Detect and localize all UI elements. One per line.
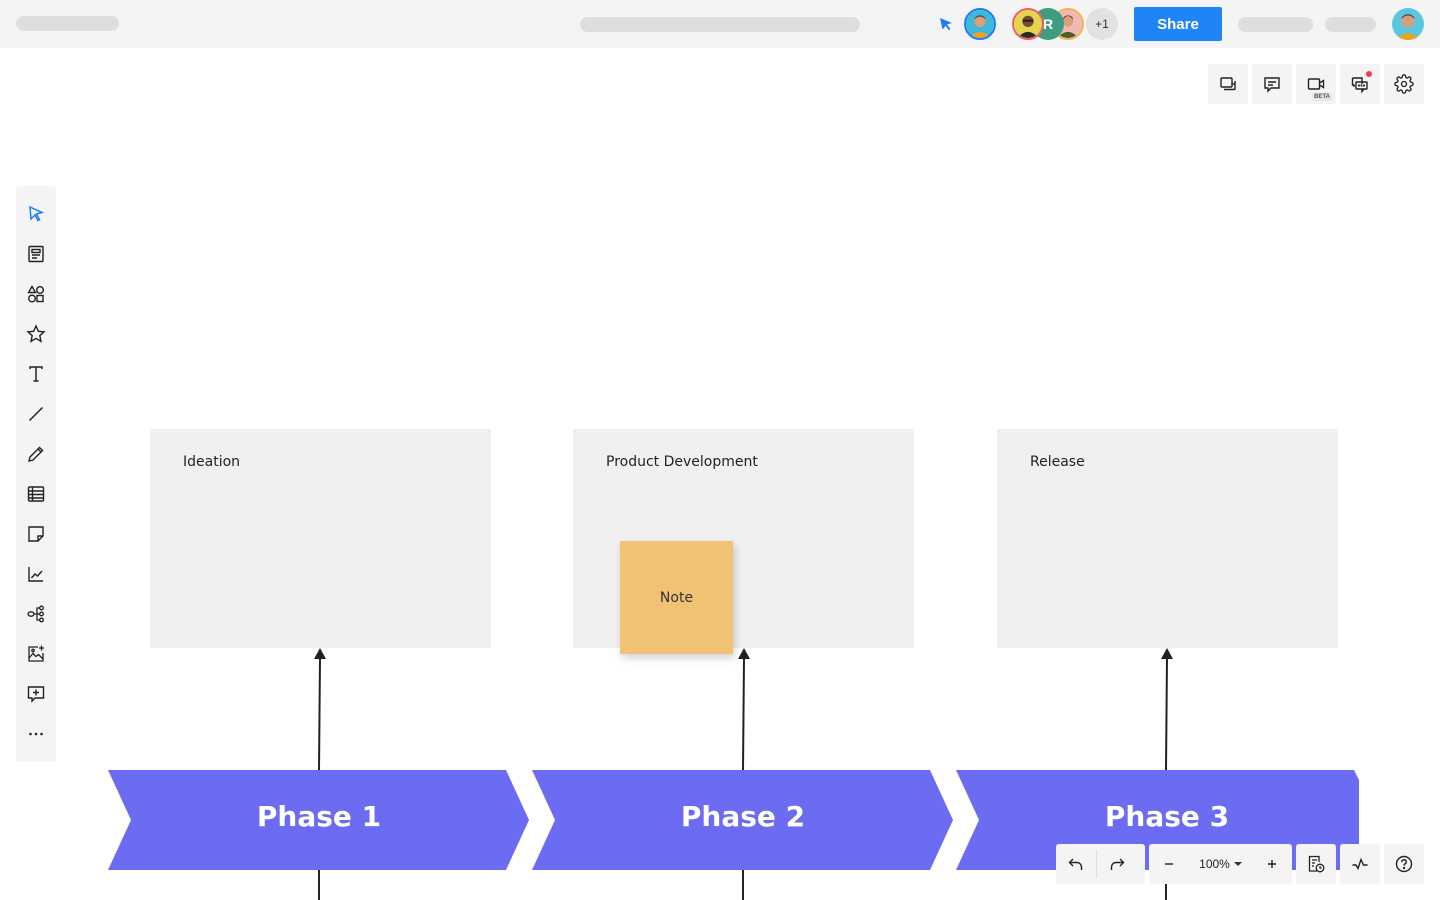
zoom-level: 100% <box>1199 857 1230 871</box>
plus-icon <box>1267 860 1276 868</box>
phase-2-label: Phase 2 <box>680 800 806 833</box>
version-history-control <box>1296 844 1336 884</box>
redo-button[interactable] <box>1097 844 1137 884</box>
zoom-controls: 100% <box>1149 844 1292 884</box>
chevron-down-icon <box>1233 862 1242 866</box>
phase-1-label: Phase 1 <box>256 800 382 833</box>
activity-control <box>1340 844 1380 884</box>
zoom-out-button[interactable] <box>1149 844 1189 884</box>
arrow-head <box>738 648 750 659</box>
undo-button[interactable] <box>1056 844 1096 884</box>
zoom-in-button[interactable] <box>1252 844 1292 884</box>
timeline-diagram <box>108 648 1359 900</box>
version-history-button[interactable] <box>1296 844 1336 884</box>
phase-3-label: Phase 3 <box>1104 800 1230 833</box>
undo-icon <box>1068 858 1083 870</box>
connector-line <box>742 657 745 771</box>
help-control <box>1384 844 1424 884</box>
activity-icon <box>1352 857 1368 871</box>
connector-line <box>1165 657 1168 771</box>
redo-icon <box>1110 858 1125 870</box>
connector-line <box>318 657 321 771</box>
help-icon <box>1395 855 1413 873</box>
arrow-head <box>1161 648 1173 659</box>
minus-icon <box>1165 863 1173 865</box>
sticky-note[interactable]: Note <box>620 541 733 654</box>
collaborator-avatar[interactable] <box>1012 8 1044 40</box>
history-controls <box>1056 844 1145 884</box>
history-icon <box>1308 855 1325 873</box>
activity-button[interactable] <box>1340 844 1380 884</box>
zoom-level-dropdown[interactable]: 100% <box>1193 857 1248 871</box>
arrow-head <box>314 648 326 659</box>
help-button[interactable] <box>1384 844 1424 884</box>
